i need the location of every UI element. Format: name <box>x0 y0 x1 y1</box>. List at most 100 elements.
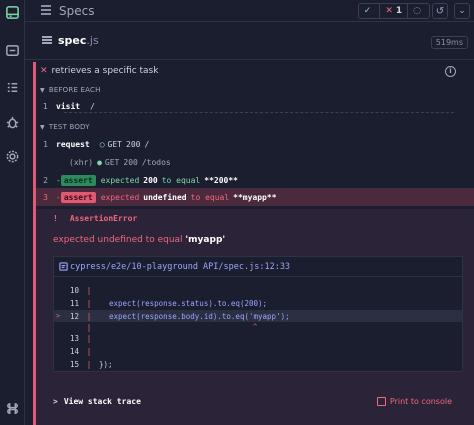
test-body-label: TEST BODY <box>48 123 90 131</box>
error-message-text: expected undefined to equal <box>53 235 186 245</box>
rerun-button[interactable]: ↺ <box>432 3 448 19</box>
line-number: 11 <box>69 298 79 308</box>
refresh-icon: ↺ <box>435 5 445 17</box>
file-icon <box>59 262 68 271</box>
command-row[interactable]: 2 - assert expected 200 to equal **200** <box>36 171 474 189</box>
line-number: 14 <box>69 346 79 356</box>
command-name: request <box>56 139 90 149</box>
request-status: 200 <box>126 139 141 149</box>
info-icon[interactable]: i <box>445 66 456 77</box>
request-method: GET <box>104 157 120 167</box>
chevron-right-icon: > <box>53 397 58 406</box>
chevron-down-icon: ⌄ <box>458 6 466 16</box>
before-each-header[interactable]: ▼ BEFORE EACH <box>40 86 101 94</box>
spec-header: spec.js 519ms <box>25 22 474 60</box>
code-line: 15 |}); <box>54 358 462 370</box>
gutter-pipe: | <box>86 311 92 321</box>
code-line: 10 | <box>54 284 462 296</box>
error-type: ! AssertionError <box>53 214 137 223</box>
command-number: 1 <box>43 139 48 149</box>
assert-value: undefined <box>143 192 187 202</box>
divider <box>64 112 454 113</box>
command-number: 3 <box>43 192 48 202</box>
spec-name[interactable]: spec.js <box>58 34 99 47</box>
command-row[interactable]: 1 visit / <box>36 97 474 115</box>
spec-file-icon <box>42 36 52 46</box>
gutter-pipe: | <box>86 359 92 369</box>
code-line: 11 | expect(response.status).to.eq(200); <box>54 297 462 309</box>
menu-icon[interactable] <box>41 5 51 17</box>
assert-badge: assert <box>60 174 96 186</box>
test-title-text: retrieves a specific task <box>51 66 159 76</box>
assert-value: 200 <box>143 175 158 185</box>
error-caret: ^ <box>253 323 258 331</box>
code-line: 13 | <box>54 332 462 344</box>
request-status: 200 <box>123 157 138 167</box>
assert-text: to equal <box>190 192 230 202</box>
error-message: expected undefined to equal 'myapp' <box>53 235 225 245</box>
app-logo-icon[interactable] <box>4 4 21 21</box>
command-arg: / <box>90 101 95 111</box>
line-number: 10 <box>69 285 79 295</box>
test-body-header[interactable]: ▼ TEST BODY <box>40 123 90 131</box>
spec-ext: .js <box>86 34 99 47</box>
command-row[interactable]: 1 request ◯ GET 200 / <box>36 135 474 153</box>
code-line: 14 | <box>54 345 462 357</box>
runs-nav-icon[interactable] <box>4 79 21 96</box>
view-stack-trace-label: View stack trace <box>63 397 141 406</box>
assert-value: **200** <box>204 175 238 185</box>
assert-badge: assert <box>60 191 96 203</box>
gutter-pipe: | <box>86 333 92 343</box>
assert-text: expected <box>100 175 140 185</box>
status-circle-icon: ◯ <box>99 139 105 149</box>
caret-down-icon: ▼ <box>40 124 45 131</box>
failed-count-value: 1 <box>395 6 403 16</box>
code-text: }); <box>99 359 113 369</box>
gutter-pipe: | <box>86 298 92 308</box>
print-to-console-button[interactable]: Print to console <box>376 397 452 406</box>
error-panel: ! AssertionError expected undefined to eq… <box>36 209 474 425</box>
failed-command-row[interactable]: 3 - assert expected undefined to equal *… <box>36 188 474 206</box>
view-stack-trace-button[interactable]: > View stack trace <box>53 397 141 406</box>
command-row[interactable]: (xhr) ● GET 200 /todos <box>36 153 474 171</box>
request-path: / <box>144 139 150 149</box>
top-bar: Specs ✓ ✕ 1 ◌ ↺ ⌄ <box>25 0 474 22</box>
pending-count: ◌ <box>408 4 429 18</box>
alert-icon: ! <box>53 214 58 223</box>
test-title[interactable]: ✕ retrieves a specific task <box>40 66 158 76</box>
error-message-value: 'myapp' <box>185 235 226 245</box>
test-area: ✕ retrieves a specific task i ▼ BEFORE EAC… <box>33 62 474 425</box>
command-number: 1 <box>42 101 48 111</box>
test-stats: ✓ ✕ 1 ◌ <box>357 3 430 19</box>
settings-gear-icon[interactable] <box>4 148 21 165</box>
status-dot-icon: ● <box>97 157 102 167</box>
caret-down-icon: ▼ <box>40 87 45 94</box>
gutter-pipe: | <box>86 322 92 332</box>
print-to-console-label: Print to console <box>389 397 452 406</box>
command-number: 2 <box>43 175 48 185</box>
code-text: expect(response.body.id).to.eq('myapp'); <box>109 311 290 321</box>
fail-x-icon: ✕ <box>40 66 48 76</box>
chevron-down-button[interactable]: ⌄ <box>454 3 470 19</box>
code-frame-file-link[interactable]: cypress/e2e/10-playground API/spec.js:12… <box>54 257 462 277</box>
passed-count: ✓ <box>359 4 381 18</box>
before-each-label: BEFORE EACH <box>48 86 101 94</box>
debug-nav-icon[interactable] <box>4 114 21 131</box>
assert-value: **myapp** <box>233 192 277 202</box>
code-frame: cypress/e2e/10-playground API/spec.js:12… <box>53 256 463 372</box>
specs-title: Specs <box>59 4 95 18</box>
check-icon: ✓ <box>363 6 372 16</box>
specs-nav-icon[interactable] <box>4 42 21 59</box>
error-type-text: AssertionError <box>69 214 138 223</box>
x-icon: ✕ <box>385 6 393 16</box>
code-text: expect(response.status).to.eq(200); <box>109 298 268 308</box>
gutter-pipe: | <box>86 346 92 356</box>
gutter-pipe: | <box>86 285 92 295</box>
sidebar <box>0 0 25 425</box>
keyboard-shortcuts-icon[interactable] <box>4 400 21 417</box>
code-frame-file-path: cypress/e2e/10-playground API/spec.js:12… <box>70 261 291 272</box>
spec-duration: 519ms <box>430 36 468 49</box>
line-number: 15 <box>69 359 79 369</box>
assert-text: to equal <box>161 175 201 185</box>
error-marker-icon: > <box>56 312 61 320</box>
